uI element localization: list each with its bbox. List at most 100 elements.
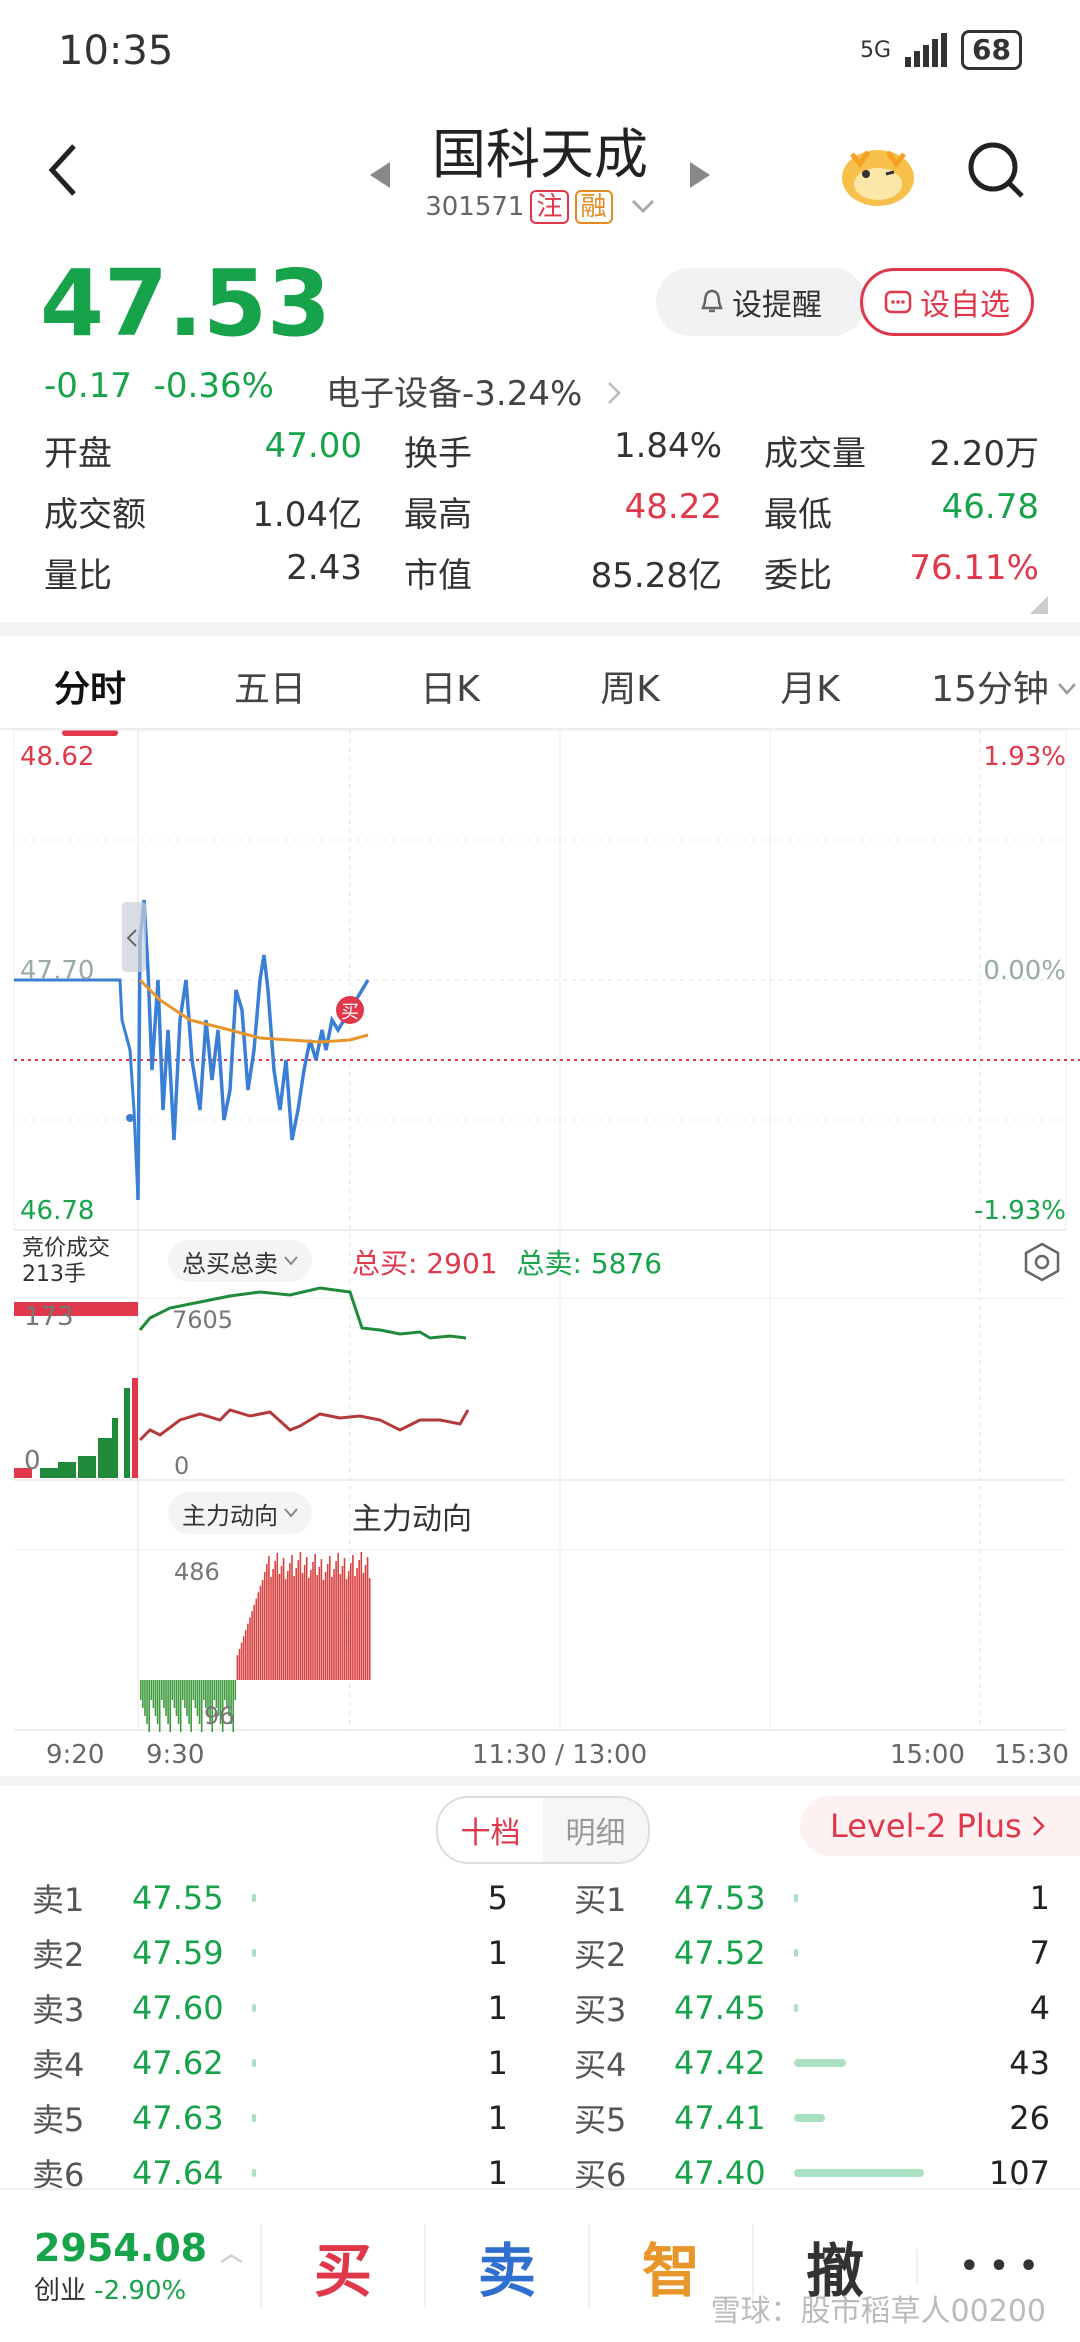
stat-value: 47.00	[264, 426, 362, 466]
expand-corner-icon[interactable]	[1030, 596, 1048, 618]
level2-plus-button[interactable]: Level-2 Plus	[800, 1796, 1080, 1856]
tab-4[interactable]: 月K	[720, 660, 900, 712]
time-label-1530: 15:30	[994, 1740, 1069, 1770]
tab-dropdown-icon[interactable]	[1058, 680, 1076, 699]
flow-bar	[156, 1680, 159, 1724]
flow-bar	[322, 1580, 325, 1680]
chart-tabs: 分时 五日 日K 周K 月K 15分钟	[0, 640, 1080, 736]
stat-item: 换手 1.84%	[404, 426, 764, 475]
buy-button[interactable]: 买	[260, 2224, 424, 2308]
flow-bar	[169, 1680, 171, 1732]
depth-bar	[794, 2168, 924, 2177]
depth-bar	[252, 1893, 256, 1902]
bid-row[interactable]: 买2 47.52 7	[574, 1925, 1050, 1980]
stat-label: 市值	[404, 556, 472, 596]
auction-volume: 213手	[22, 1262, 86, 1287]
stat-value: 76.11%	[909, 548, 1039, 588]
stat-label: 量比	[44, 556, 112, 596]
time-label-midday: 11:30 / 13:00	[472, 1740, 648, 1770]
stat-value: 48.22	[624, 487, 722, 527]
chevron-right-icon	[608, 382, 621, 404]
stat-item: 最低 46.78	[764, 487, 1039, 536]
bid-row[interactable]: 买4 47.42 43	[574, 2035, 1050, 2090]
flow-bar	[350, 1563, 352, 1680]
ask-row[interactable]: 卖2 47.59 1	[32, 1925, 508, 1980]
ask-row[interactable]: 卖4 47.62 1	[32, 2035, 508, 2090]
panel2-select-label: 主力动向	[182, 1501, 278, 1530]
flow-bar	[238, 1648, 241, 1680]
add-favorite-label: 设自选	[920, 288, 1010, 323]
index-widget[interactable]: 2954.08 ︿ 创业 -2.90%	[0, 2226, 260, 2307]
flow-bar	[190, 1680, 192, 1732]
network-label: 5G	[859, 37, 892, 63]
bid-row[interactable]: 买1 47.53 1	[574, 1870, 1050, 1925]
level-label: 卖2	[32, 1935, 85, 1974]
level-volume: 5	[487, 1878, 508, 1917]
add-favorite-button[interactable]: 设自选	[860, 268, 1034, 336]
flow-bar	[249, 1617, 251, 1680]
flow-bar	[152, 1680, 155, 1708]
level-price: 47.55	[132, 1878, 224, 1917]
sector-percent: -3.24%	[462, 374, 583, 414]
stat-item: 开盘 47.00	[44, 426, 404, 475]
tab-3[interactable]: 周K	[540, 660, 720, 712]
bid-row[interactable]: 买5 47.41 26	[574, 2090, 1050, 2145]
bid-row[interactable]: 买3 47.45 4	[574, 1980, 1050, 2035]
stat-label: 最高	[404, 495, 472, 535]
depth-bar	[252, 2168, 256, 2177]
auction-bar	[40, 1468, 58, 1478]
mascot-icon[interactable]	[838, 138, 918, 212]
level-volume: 107	[988, 2153, 1050, 2192]
ask-row[interactable]: 卖3 47.60 1	[32, 1980, 508, 2035]
total-buy-value: 2901	[426, 1247, 498, 1280]
tab-ten-levels[interactable]: 十档	[438, 1798, 543, 1862]
panel2-top-label: 486	[174, 1558, 220, 1586]
panel1-bottom-label: 0	[174, 1452, 190, 1480]
flow-bar	[318, 1567, 321, 1680]
level-price: 47.52	[674, 1933, 766, 1972]
depth-bar	[252, 2113, 256, 2122]
set-alert-label: 设提醒	[732, 288, 822, 323]
flow-bar	[358, 1560, 360, 1680]
chevron-up-icon: ︿	[220, 2241, 243, 2267]
auction-bar	[58, 1462, 76, 1478]
sell-button[interactable]: 卖	[424, 2224, 588, 2308]
tab-5[interactable]: 15分钟	[900, 660, 1080, 712]
level-volume: 4	[1029, 1988, 1050, 2027]
flow-bar	[213, 1680, 216, 1700]
stat-label: 最低	[764, 495, 832, 535]
flow-bar	[303, 1565, 306, 1680]
more-button[interactable]: • • •	[916, 2248, 1080, 2284]
ask-row[interactable]: 卖1 47.55 5	[32, 1870, 508, 1925]
level-label: 买2	[574, 1935, 627, 1974]
flow-bar	[163, 1680, 165, 1708]
level-price: 47.62	[132, 2043, 224, 2082]
set-alert-button[interactable]: 设提醒	[656, 268, 866, 336]
flow-bar	[188, 1680, 190, 1724]
panel2-selector[interactable]: 主力动向	[168, 1492, 312, 1534]
sector-link[interactable]: 电子设备-3.24%	[326, 366, 623, 415]
chevron-down-icon[interactable]	[631, 199, 655, 215]
flow-bar	[165, 1680, 167, 1716]
ask-row[interactable]: 卖5 47.63 1	[32, 2090, 508, 2145]
tab-2[interactable]: 日K	[360, 660, 540, 712]
tab-0[interactable]: 分时	[0, 660, 180, 736]
flow-bar	[144, 1680, 146, 1716]
panel1-selector[interactable]: 总买总卖	[168, 1240, 312, 1282]
tab-1[interactable]: 五日	[180, 660, 360, 712]
flow-bar	[343, 1558, 346, 1680]
stats-row: 开盘 47.00 换手 1.84% 成交量 2.20万	[44, 420, 1039, 481]
stat-value: 2.20万	[929, 434, 1039, 474]
level-volume: 1	[487, 2043, 508, 2082]
stat-item: 成交额 1.04亿	[44, 487, 404, 536]
settings-hex-icon[interactable]	[1022, 1242, 1062, 1286]
stat-label: 委比	[764, 556, 832, 596]
tab-details[interactable]: 明细	[543, 1798, 648, 1862]
total-sell-value: 5876	[590, 1247, 663, 1280]
stat-value: 85.28亿	[590, 556, 722, 596]
search-icon[interactable]	[966, 140, 1026, 204]
flow-bar	[203, 1680, 205, 1700]
flow-bar	[261, 1580, 264, 1680]
level-volume: 1	[487, 1933, 508, 1972]
pct-mid-label: 0.00%	[983, 956, 1066, 986]
